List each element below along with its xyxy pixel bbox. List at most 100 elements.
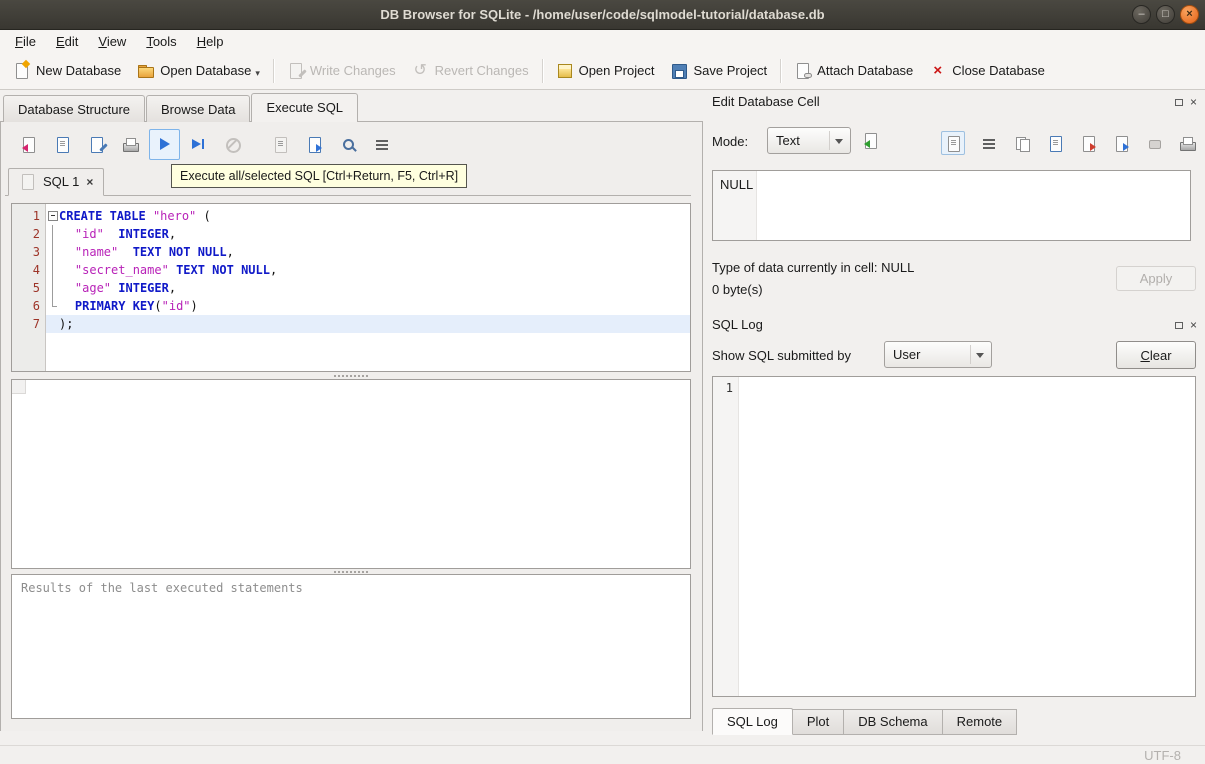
revert-changes-button[interactable]: ↺ Revert Changes (404, 57, 537, 84)
write-changes-icon (287, 62, 307, 79)
clear-log-button[interactable]: Clear (1116, 341, 1196, 369)
mode-select[interactable]: Text (767, 127, 851, 154)
menu-tools[interactable]: Tools (137, 32, 185, 51)
log-filter-label: Show SQL submitted by (712, 348, 851, 363)
open-sql-file-button[interactable] (13, 129, 44, 160)
undock-sql-log-icon[interactable] (1174, 321, 1183, 329)
execute-all-button[interactable] (149, 128, 180, 160)
menu-file[interactable]: File (6, 32, 45, 51)
open-sql-file-icon (20, 136, 37, 153)
title-bar: DB Browser for SQLite - /home/user/code/… (0, 0, 1205, 30)
close-database-button[interactable]: × Close Database (921, 57, 1053, 84)
export-data-icon[interactable] (1080, 135, 1097, 152)
sql-tab-1[interactable]: SQL 1 × (8, 168, 105, 196)
dock-tab-db-schema[interactable]: DB Schema (843, 709, 943, 735)
revert-changes-label: Revert Changes (434, 63, 529, 78)
cell-print-icon[interactable] (1179, 135, 1196, 152)
write-changes-button[interactable]: Write Changes (279, 57, 404, 84)
stop-icon (224, 136, 241, 153)
log-line-number: 1 (725, 381, 733, 395)
close-database-icon: × (933, 62, 943, 79)
revert-changes-icon: ↺ (413, 61, 427, 79)
results-grid[interactable] (11, 379, 691, 569)
close-edit-cell-icon[interactable]: × (1190, 96, 1197, 108)
save-results-icon (272, 136, 289, 153)
save-results-button[interactable] (265, 129, 296, 160)
save-project-button[interactable]: Save Project (662, 57, 775, 84)
execute-tooltip: Execute all/selected SQL [Ctrl+Return, F… (171, 164, 468, 188)
new-database-button[interactable]: New Database (5, 57, 129, 84)
sql-code-area[interactable]: CREATE TABLE "hero" ( "id" INTEGER, "nam… (46, 204, 690, 371)
tab-database-structure[interactable]: Database Structure (3, 95, 146, 122)
menu-edit[interactable]: Edit (47, 32, 87, 51)
word-wrap-button[interactable] (367, 129, 398, 160)
edit-cell-title: Edit Database Cell (712, 94, 820, 109)
dock-tab-bar: SQL Log Plot DB Schema Remote (712, 708, 1018, 735)
tab-browse-data[interactable]: Browse Data (146, 95, 251, 122)
app-window: DB Browser for SQLite - /home/user/code/… (0, 0, 1205, 764)
close-window-icon[interactable]: × (1180, 5, 1199, 24)
import-data-icon[interactable] (1113, 135, 1130, 152)
close-database-label: Close Database (952, 63, 1045, 78)
execute-current-line-button[interactable] (183, 129, 214, 160)
cell-value: NULL (720, 177, 754, 192)
sql-editor-gutter: 1234567 (12, 204, 46, 371)
open-database-button[interactable]: Open Database ▾ (129, 57, 268, 84)
close-tab-icon[interactable]: × (86, 176, 93, 188)
mode-label: Mode: (712, 134, 749, 149)
new-database-icon (13, 59, 31, 79)
save-project-icon (670, 62, 688, 79)
execute-current-line-icon (190, 136, 207, 153)
tab-execute-sql[interactable]: Execute SQL (251, 93, 359, 122)
attach-database-icon (794, 62, 813, 79)
stop-execution-button[interactable] (217, 129, 248, 160)
edit-cell-dock-controls: × (1174, 96, 1197, 108)
menu-view[interactable]: View (89, 32, 135, 51)
sql-log-dock-controls: × (1174, 319, 1197, 331)
minimize-icon[interactable]: – (1132, 5, 1151, 24)
dock-tab-sql-log[interactable]: SQL Log (712, 708, 793, 735)
paste-icon[interactable] (1047, 135, 1064, 152)
open-project-label: Open Project (578, 63, 655, 78)
save-sql-file-as-icon (88, 136, 108, 153)
new-database-label: New Database (36, 63, 122, 78)
maximize-icon[interactable]: □ (1156, 5, 1175, 24)
cell-editor[interactable]: NULL (712, 170, 1191, 241)
copy-icon[interactable] (1014, 135, 1031, 152)
import-text-button[interactable] (855, 126, 885, 155)
window-controls: – □ × (1132, 5, 1199, 24)
log-filter-select[interactable]: User (884, 341, 992, 368)
print-sql-button[interactable] (115, 129, 146, 160)
execute-all-icon (156, 136, 173, 153)
encoding-label: UTF-8 (1144, 748, 1181, 763)
undock-edit-cell-icon[interactable] (1174, 98, 1183, 106)
apply-button[interactable]: Apply (1116, 266, 1196, 291)
open-database-label: Open Database (160, 63, 252, 78)
export-results-button[interactable] (299, 129, 330, 160)
cell-size-info: 0 byte(s) (712, 282, 763, 297)
open-database-icon (137, 62, 155, 79)
sql-editor[interactable]: 1234567 CREATE TABLE "hero" ( "id" INTEG… (11, 203, 691, 372)
sql-tab-label: SQL 1 (43, 174, 80, 189)
open-database-dropdown-icon[interactable]: ▾ (255, 68, 260, 79)
cell-word-wrap-icon[interactable] (981, 135, 998, 152)
find-replace-icon (340, 136, 357, 153)
open-project-button[interactable]: Open Project (548, 57, 663, 84)
menu-help[interactable]: Help (188, 32, 233, 51)
export-results-icon (306, 136, 323, 153)
save-sql-file-as-button[interactable] (81, 129, 112, 160)
sql-log-area[interactable]: 1 (712, 376, 1196, 697)
save-sql-file-icon (54, 136, 71, 153)
close-sql-log-icon[interactable]: × (1190, 319, 1197, 331)
dock-tab-remote[interactable]: Remote (941, 709, 1018, 735)
sql-toolbar (13, 128, 398, 160)
import-file-icon (862, 132, 879, 149)
set-null-icon[interactable] (1146, 135, 1163, 152)
attach-database-label: Attach Database (817, 63, 914, 78)
dock-tab-plot[interactable]: Plot (791, 709, 845, 735)
find-replace-button[interactable] (333, 129, 364, 160)
attach-database-button[interactable]: Attach Database (786, 57, 921, 84)
text-document-button[interactable] (941, 131, 965, 155)
save-sql-file-button[interactable] (47, 129, 78, 160)
save-project-label: Save Project (693, 63, 768, 78)
